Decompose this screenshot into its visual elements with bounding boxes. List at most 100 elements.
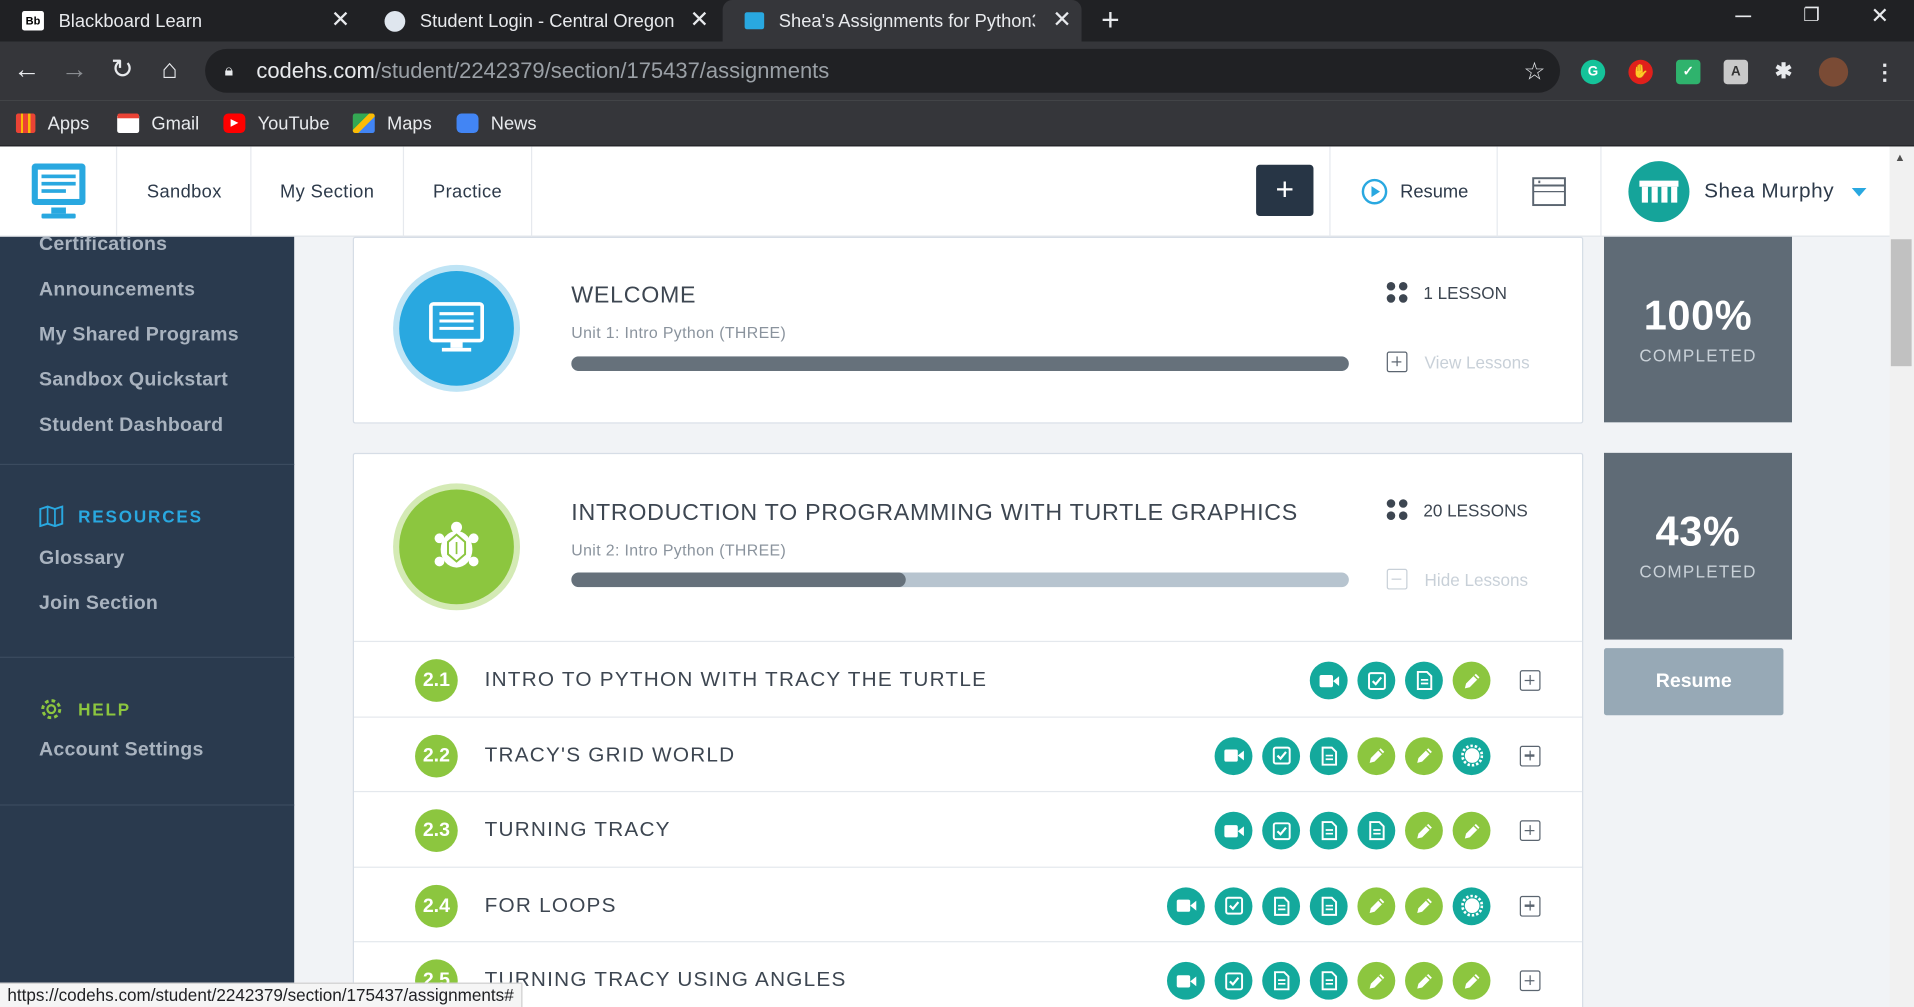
browser-menu-icon[interactable]: ⋮ [1873, 60, 1897, 84]
tab-title: Blackboard Learn [58, 10, 203, 32]
lesson-row[interactable]: 2.1 INTRO TO PYTHON WITH TRACY THE TURTLE [354, 640, 1583, 717]
browser-tab-assignments[interactable]: Shea's Assignments for Python3 | ✕ [722, 0, 1082, 42]
forward-icon[interactable]: → [57, 54, 91, 86]
pencil-icon[interactable] [1357, 886, 1396, 925]
expand-lesson-plus-icon[interactable] [1519, 970, 1541, 992]
sidebar-item-join-section[interactable]: Join Section [39, 593, 158, 615]
lesson-title[interactable]: FOR LOOPS [485, 893, 617, 917]
view-lessons-toggle[interactable]: View Lessons [1386, 351, 1530, 373]
browser-tab-student-login[interactable]: Student Login - Central Oregon C ✕ [363, 0, 719, 42]
pencil-icon[interactable] [1405, 736, 1443, 775]
pencil-icon[interactable] [1357, 736, 1396, 775]
adblock-icon[interactable]: ✋ [1628, 59, 1653, 85]
create-button[interactable]: + [1256, 164, 1314, 217]
document-icon[interactable] [1357, 811, 1396, 850]
back-icon[interactable]: ← [10, 54, 44, 86]
calendar-button[interactable] [1496, 146, 1601, 237]
lesson-row[interactable]: 2.3 TURNING TRACY [354, 790, 1583, 867]
expand-lesson-plus-icon[interactable] [1519, 895, 1541, 917]
video-camera-icon[interactable] [1166, 886, 1205, 925]
checkbox-icon[interactable] [1262, 736, 1301, 775]
bookmark-maps[interactable]: Maps [352, 109, 432, 138]
checkbox-icon[interactable] [1357, 661, 1396, 700]
pencil-icon[interactable] [1405, 886, 1443, 925]
close-tab-icon[interactable]: ✕ [331, 6, 350, 34]
video-camera-icon[interactable] [1214, 811, 1253, 850]
document-icon[interactable] [1262, 886, 1301, 925]
checkbox-icon[interactable] [1214, 961, 1253, 1000]
scroll-up-arrow-icon[interactable]: ▲ [1895, 151, 1906, 163]
lesson-title[interactable]: TRACY'S GRID WORLD [485, 743, 736, 767]
document-icon[interactable] [1309, 811, 1348, 850]
checkbox-icon[interactable] [1262, 811, 1301, 850]
lesson-row[interactable]: 2.2 TRACY'S GRID WORLD [354, 715, 1583, 792]
close-tab-icon[interactable]: ✕ [690, 6, 709, 34]
bookmark-star-icon[interactable]: ☆ [1524, 56, 1546, 87]
unit-title[interactable]: WELCOME [571, 283, 696, 310]
extension-text-icon[interactable]: A [1723, 59, 1749, 85]
pencil-icon[interactable] [1357, 961, 1396, 1000]
pencil-icon[interactable] [1405, 961, 1443, 1000]
lesson-row[interactable]: 2.4 FOR LOOPS [354, 866, 1583, 942]
resume-unit-button[interactable]: Resume [1603, 648, 1784, 716]
close-tab-icon[interactable]: ✕ [1052, 6, 1071, 34]
expand-lesson-plus-icon[interactable] [1519, 820, 1541, 841]
document-icon[interactable] [1309, 736, 1348, 775]
nav-sandbox[interactable]: Sandbox [118, 146, 252, 237]
expand-lesson-plus-icon[interactable] [1519, 670, 1541, 691]
video-camera-icon[interactable] [1214, 736, 1253, 775]
sidebar-item-account-settings[interactable]: Account Settings [39, 740, 204, 762]
bookmark-youtube[interactable]: ▶ YouTube [223, 109, 330, 138]
status-bar-url: https://codehs.com/student/2242379/secti… [0, 982, 523, 1007]
pencil-icon[interactable] [1452, 661, 1491, 700]
profile-avatar[interactable] [1818, 57, 1849, 87]
extensions-puzzle-icon[interactable]: ✱ [1771, 60, 1795, 84]
home-icon[interactable]: ⌂ [153, 54, 187, 86]
nav-my-section[interactable]: My Section [251, 146, 405, 237]
url-input[interactable]: 🔒︎ codehs.com/student/2242379/section/17… [205, 48, 1561, 93]
sidebar-item-announcements[interactable]: Announcements [39, 280, 195, 302]
lesson-number-badge: 2.4 [415, 884, 458, 928]
sidebar-item-sandbox-quickstart[interactable]: Sandbox Quickstart [39, 370, 228, 392]
sidebar-item-student-dashboard[interactable]: Student Dashboard [39, 415, 223, 437]
document-icon[interactable] [1309, 886, 1348, 925]
lesson-title[interactable]: TURNING TRACY [485, 818, 671, 842]
user-menu[interactable]: Shea Murphy [1600, 146, 1889, 237]
sidebar-item-glossary[interactable]: Glossary [39, 548, 125, 570]
grammarly-icon[interactable]: G [1580, 59, 1606, 85]
lesson-row[interactable]: 2.5 TURNING TRACY USING ANGLES [354, 941, 1583, 1007]
restore-icon[interactable]: ❐ [1777, 0, 1845, 37]
lesson-title[interactable]: INTRO TO PYTHON WITH TRACY THE TURTLE [485, 668, 988, 692]
codehs-logo[interactable] [0, 146, 118, 237]
close-window-icon[interactable]: ✕ [1846, 0, 1914, 37]
extension-mail-icon[interactable]: ✓ [1676, 59, 1701, 85]
reload-icon[interactable]: ↻ [105, 54, 139, 86]
bookmark-gmail[interactable]: Gmail [117, 109, 199, 138]
checkbox-icon[interactable] [1214, 886, 1253, 925]
sidebar-item-my-shared-programs[interactable]: My Shared Programs [39, 325, 239, 347]
bookmark-apps[interactable]: Apps [15, 109, 89, 138]
hide-lessons-toggle[interactable]: Hide Lessons [1386, 568, 1528, 590]
badge-icon[interactable] [1452, 736, 1491, 775]
sidebar-item-certifications[interactable]: Certifications [39, 234, 167, 256]
scrollbar-thumb[interactable] [1890, 239, 1912, 367]
badge-icon[interactable] [1452, 886, 1491, 925]
video-camera-icon[interactable] [1166, 961, 1205, 1000]
document-icon[interactable] [1262, 961, 1301, 1000]
unit-title[interactable]: INTRODUCTION TO PROGRAMMING WITH TURTLE … [571, 500, 1298, 527]
lesson-title[interactable]: TURNING TRACY USING ANGLES [485, 968, 847, 992]
minimize-icon[interactable]: ─ [1709, 0, 1777, 37]
lesson-count-label: 20 LESSONS [1423, 500, 1528, 520]
pencil-icon[interactable] [1405, 811, 1443, 850]
document-icon[interactable] [1405, 661, 1443, 700]
pencil-icon[interactable] [1452, 811, 1491, 850]
expand-lesson-plus-icon[interactable] [1519, 745, 1541, 766]
video-camera-icon[interactable] [1309, 661, 1348, 700]
new-tab-icon[interactable]: + [1101, 1, 1120, 39]
bookmark-news[interactable]: News [456, 109, 537, 138]
pencil-icon[interactable] [1452, 961, 1491, 1000]
resume-header-button[interactable]: Resume [1329, 146, 1496, 237]
document-icon[interactable] [1309, 961, 1348, 1000]
nav-practice[interactable]: Practice [404, 146, 533, 237]
browser-tab-blackboard[interactable]: Bb Blackboard Learn ✕ [0, 0, 360, 42]
